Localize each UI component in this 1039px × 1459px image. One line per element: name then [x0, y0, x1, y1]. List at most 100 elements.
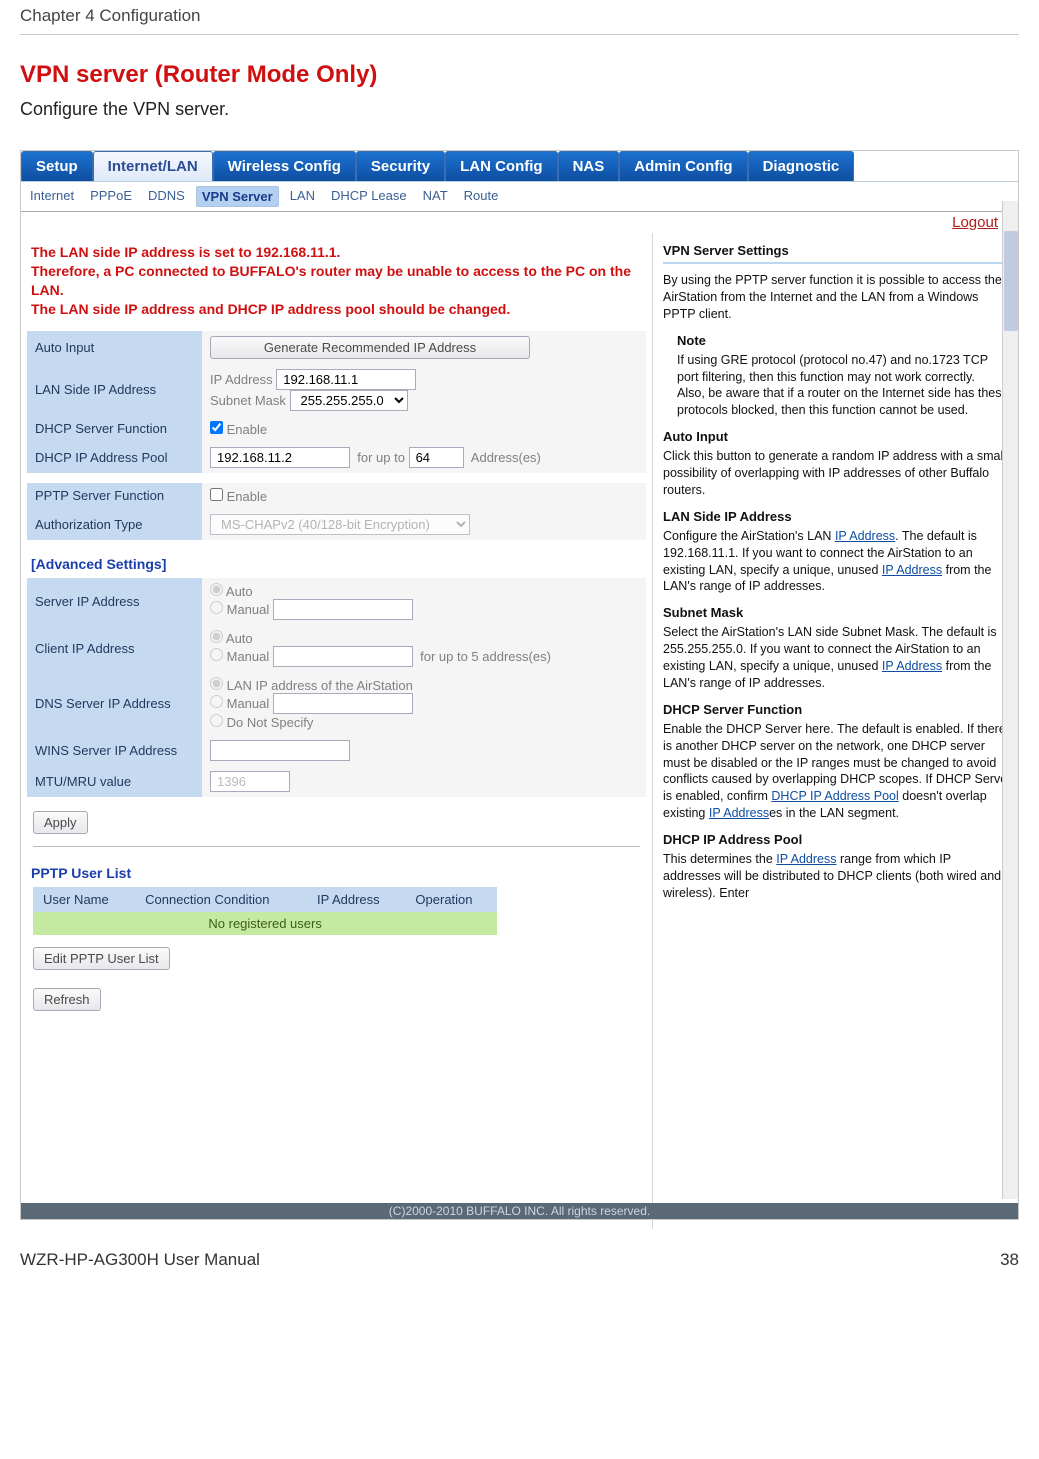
settings-panel: The LAN side IP address is set to 192.16…	[21, 233, 653, 1229]
tab-nas[interactable]: NAS	[558, 151, 620, 181]
ip-address-sublabel: IP Address	[210, 372, 273, 387]
help-panel: VPN Server Settings By using the PPTP se…	[653, 233, 1018, 1229]
subtab-lan[interactable]: LAN	[285, 186, 320, 207]
server-ip-manual-input	[273, 599, 413, 620]
subnet-sublabel: Subnet Mask	[210, 393, 286, 408]
logout-link[interactable]: Logout	[952, 214, 998, 231]
help-p3: Configure the AirStation's LAN IP Addres…	[663, 528, 1012, 596]
main-tabs: Setup Internet/LAN Wireless Config Secur…	[21, 151, 1018, 182]
scrollbar-thumb[interactable]	[1004, 231, 1018, 331]
footer-page-number: 38	[1000, 1250, 1019, 1270]
dhcp-enable-checkbox[interactable]	[210, 421, 223, 434]
pptp-enable-checkbox[interactable]	[210, 488, 223, 501]
subtab-route[interactable]: Route	[459, 186, 504, 207]
help-h1: VPN Server Settings	[663, 243, 1012, 258]
chapter-label: Chapter 4 Configuration	[20, 6, 201, 26]
subtab-internet[interactable]: Internet	[25, 186, 79, 207]
server-ip-label: Server IP Address	[27, 578, 202, 625]
auto-input-label: Auto Input	[27, 331, 202, 364]
auth-label: Authorization Type	[27, 509, 202, 540]
tab-diagnostic[interactable]: Diagnostic	[748, 151, 855, 181]
pptp-enable-text: Enable	[227, 489, 267, 504]
dhcp-pool-label: DHCP IP Address Pool	[27, 442, 202, 473]
generate-ip-button[interactable]: Generate Recommended IP Address	[210, 336, 530, 359]
col-operation: Operation	[405, 887, 497, 912]
pptp-label: PPTP Server Function	[27, 483, 202, 509]
subtab-vpn-server[interactable]: VPN Server	[196, 186, 279, 207]
advanced-heading: [Advanced Settings]	[31, 556, 642, 572]
server-ip-manual-radio	[210, 601, 223, 614]
dns-dont-text: Do Not Specify	[227, 715, 314, 730]
footer-left: WZR-HP-AG300H User Manual	[20, 1250, 260, 1270]
client-ip-auto-radio	[210, 630, 223, 643]
lan-ip-label: LAN Side IP Address	[27, 364, 202, 416]
section-title: VPN server (Router Mode Only)	[20, 61, 1019, 89]
auth-select: MS-CHAPv2 (40/128-bit Encryption)	[210, 514, 470, 535]
subtab-pppoe[interactable]: PPPoE	[85, 186, 137, 207]
dhcp-func-label: DHCP Server Function	[27, 416, 202, 442]
dns-manual-text: Manual	[227, 696, 270, 711]
col-ip: IP Address	[307, 887, 405, 912]
client-ip-manual-text: Manual	[227, 649, 270, 664]
help-h4: Subnet Mask	[663, 605, 1012, 620]
help-p2: Click this button to generate a random I…	[663, 448, 1012, 499]
dhcp-pool-link[interactable]: DHCP IP Address Pool	[771, 789, 898, 803]
ip-address-link1[interactable]: IP Address	[835, 529, 895, 543]
server-ip-manual-text: Manual	[227, 602, 270, 617]
pptp-list-heading: PPTP User List	[31, 865, 642, 881]
help-note-h: Note	[677, 333, 1012, 348]
tab-admin[interactable]: Admin Config	[619, 151, 747, 181]
ip-address-link2[interactable]: IP Address	[882, 563, 942, 577]
dns-ip-label: DNS Server IP Address	[27, 672, 202, 735]
ip-address-link3[interactable]: IP Address	[882, 659, 942, 673]
forupto-text: for up to	[357, 450, 405, 465]
client-ip-label: Client IP Address	[27, 625, 202, 672]
help-h3: LAN Side IP Address	[663, 509, 1012, 524]
tab-wireless[interactable]: Wireless Config	[213, 151, 356, 181]
intro-text: Configure the VPN server.	[20, 99, 1019, 120]
dhcp-start-input[interactable]	[210, 447, 350, 468]
warn-line3: The LAN side IP address and DHCP IP addr…	[31, 300, 642, 319]
help-p6: This determines the IP Address range fro…	[663, 851, 1012, 902]
refresh-button[interactable]: Refresh	[33, 988, 101, 1011]
dns-lan-radio	[210, 677, 223, 690]
help-note-p: If using GRE protocol (protocol no.47) a…	[677, 352, 1012, 420]
dns-manual-radio	[210, 695, 223, 708]
warn-line2: Therefore, a PC connected to BUFFALO's r…	[31, 262, 642, 300]
ip-address-link4[interactable]: IP Address	[709, 806, 769, 820]
mtu-input	[210, 771, 290, 792]
server-ip-auto-text: Auto	[226, 584, 253, 599]
sub-tabs: Internet PPPoE DDNS VPN Server LAN DHCP …	[21, 182, 1018, 212]
edit-pptp-list-button[interactable]: Edit PPTP User List	[33, 947, 170, 970]
subtab-ddns[interactable]: DDNS	[143, 186, 190, 207]
scrollbar-track[interactable]	[1002, 201, 1018, 1199]
dns-dont-radio	[210, 714, 223, 727]
no-users-row: No registered users	[33, 912, 497, 935]
help-p5: Enable the DHCP Server here. The default…	[663, 721, 1012, 822]
warn-line1: The LAN side IP address is set to 192.16…	[31, 243, 642, 262]
col-condition: Connection Condition	[135, 887, 307, 912]
subtab-dhcp-lease[interactable]: DHCP Lease	[326, 186, 412, 207]
subtab-nat[interactable]: NAT	[418, 186, 453, 207]
wins-input	[210, 740, 350, 761]
help-p1: By using the PPTP server function it is …	[663, 272, 1012, 323]
tab-setup[interactable]: Setup	[21, 151, 93, 181]
dhcp-enable-text: Enable	[227, 422, 267, 437]
subnet-select[interactable]: 255.255.255.0	[290, 390, 408, 411]
help-h2: Auto Input	[663, 429, 1012, 444]
server-ip-auto-radio	[210, 583, 223, 596]
ip-address-link5[interactable]: IP Address	[776, 852, 836, 866]
wins-label: WINS Server IP Address	[27, 735, 202, 766]
client-ip-for5-text: for up to 5 address(es)	[420, 649, 551, 664]
tab-lan-config[interactable]: LAN Config	[445, 151, 557, 181]
tab-security[interactable]: Security	[356, 151, 445, 181]
apply-button[interactable]: Apply	[33, 811, 88, 834]
tab-internet-lan[interactable]: Internet/LAN	[93, 151, 213, 181]
client-ip-manual-input	[273, 646, 413, 667]
mtu-label: MTU/MRU value	[27, 766, 202, 797]
help-h5: DHCP Server Function	[663, 702, 1012, 717]
client-ip-auto-text: Auto	[226, 631, 253, 646]
ip-address-input[interactable]	[276, 369, 416, 390]
dhcp-count-input[interactable]	[409, 447, 464, 468]
help-p4: Select the AirStation's LAN side Subnet …	[663, 624, 1012, 692]
